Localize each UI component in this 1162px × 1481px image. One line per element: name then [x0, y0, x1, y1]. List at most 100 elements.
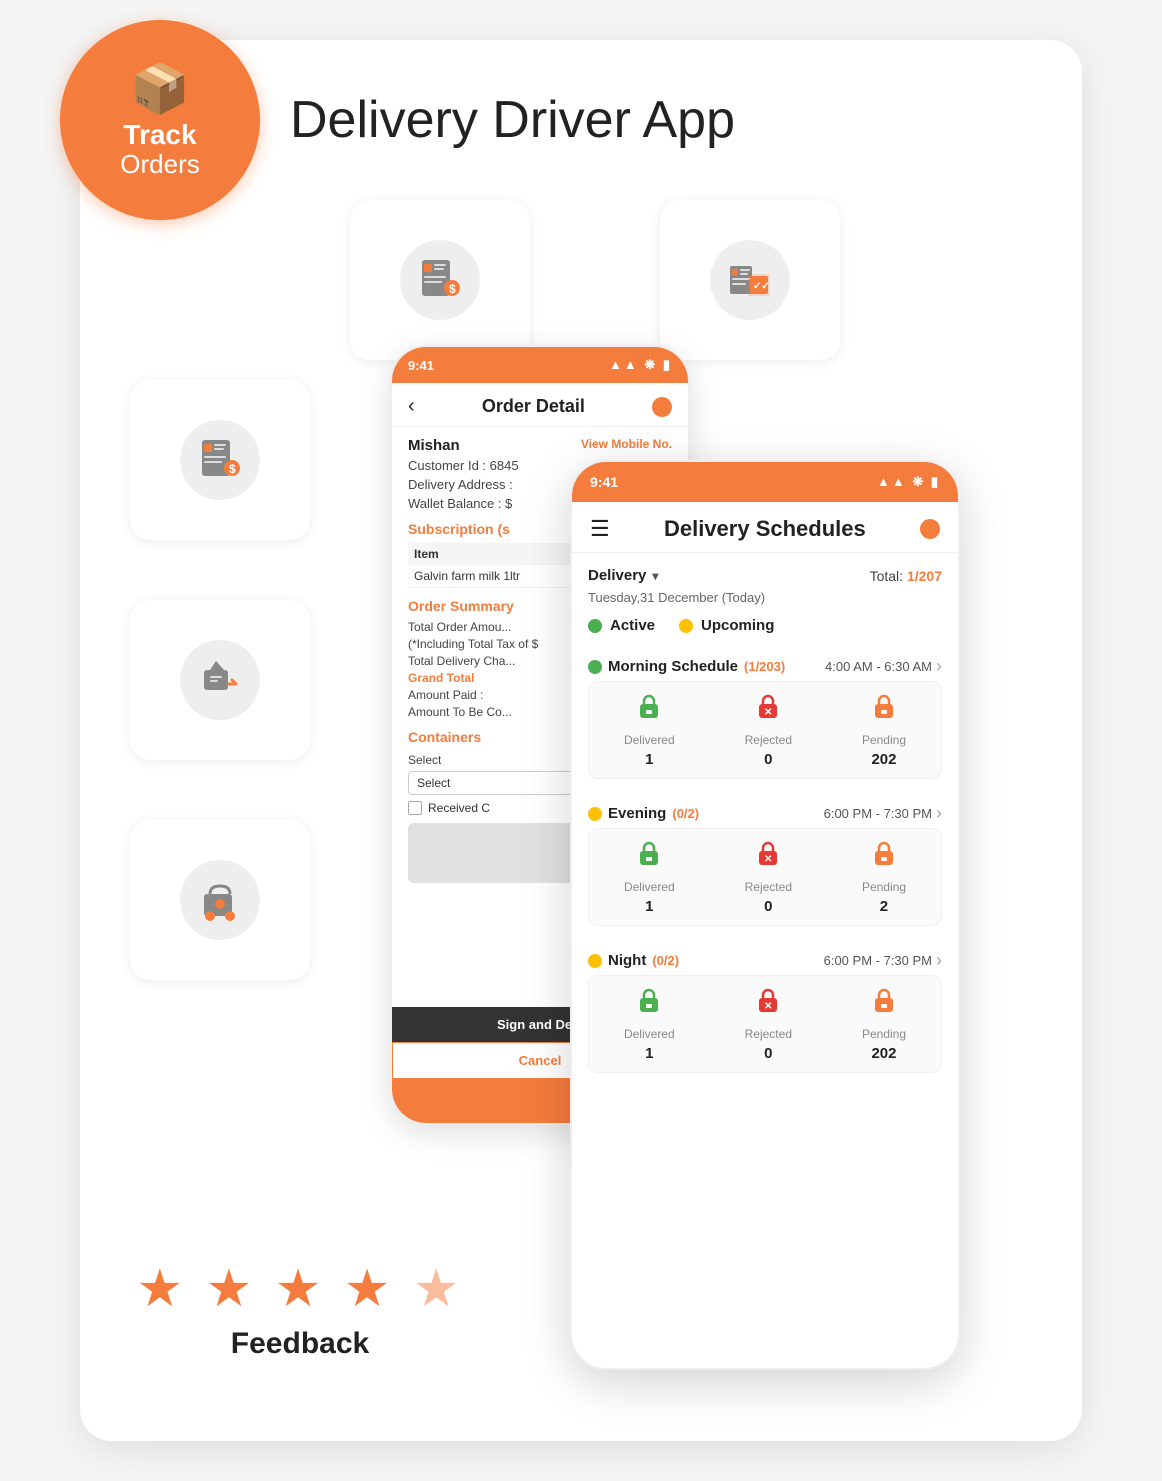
night-time: 6:00 PM - 7:30 PM — [824, 953, 932, 968]
back-arrow[interactable]: ‹ — [408, 395, 415, 418]
app-title: Delivery Driver App — [290, 90, 735, 150]
order-detail-header: ‹ Order Detail — [392, 383, 688, 427]
star-2: ★ — [206, 1260, 257, 1318]
svg-text:✕: ✕ — [764, 1001, 772, 1012]
feature-card-3[interactable]: $ — [130, 380, 310, 540]
night-pending: Pending 202 — [862, 986, 906, 1062]
night-stats: Delivered 1 ✕ Rejected 0 Pending 202 — [588, 975, 942, 1073]
night-schedule: Night (0/2) 6:00 PM - 7:30 PM › Delivere… — [588, 942, 942, 1073]
feature-card-2[interactable]: ✓✓ — [660, 200, 840, 360]
svg-text:✕: ✕ — [764, 707, 772, 718]
night-header: Night (0/2) 6:00 PM - 7:30 PM › — [588, 942, 942, 975]
order-detail-title: Order Detail — [482, 396, 585, 417]
received-checkbox[interactable] — [408, 801, 422, 815]
delivery-schedules-body: Delivery ▾ Total: 1/207 Tuesday,31 Decem… — [572, 553, 958, 1103]
delivered-label-evening: Delivered — [624, 880, 675, 894]
evening-delivered: Delivered 1 — [624, 839, 675, 915]
svg-text:✕: ✕ — [764, 854, 772, 865]
feature-icon-3: $ — [180, 420, 260, 500]
svg-text:$: $ — [229, 462, 236, 476]
delivery-filter[interactable]: Delivery ▾ — [588, 567, 658, 584]
select-value: Select — [417, 776, 450, 790]
hamburger-icon[interactable]: ☰ — [590, 516, 610, 542]
col-item: Item — [408, 543, 564, 565]
morning-header: Morning Schedule (1/203) 4:00 AM - 6:30 … — [588, 648, 942, 681]
status-active: Active — [588, 617, 655, 634]
night-delivered: Delivered 1 — [624, 986, 675, 1062]
night-chevron[interactable]: › — [936, 950, 942, 971]
svg-text:$: $ — [449, 282, 456, 296]
total-text: Total: — [870, 568, 903, 584]
evening-schedule: Evening (0/2) 6:00 PM - 7:30 PM › Delive… — [588, 795, 942, 926]
delivery-charge-label: Total Delivery Cha... — [408, 654, 515, 668]
evening-chevron[interactable]: › — [936, 803, 942, 824]
upcoming-label: Upcoming — [701, 617, 774, 634]
delivered-value-night: 1 — [645, 1045, 653, 1062]
signal-icons-front: ▲▲ ❋ ▮ — [877, 474, 940, 490]
rejected-icon-morning: ✕ — [753, 692, 783, 729]
delivery-schedules-header: ☰ Delivery Schedules — [572, 502, 958, 553]
night-rejected: ✕ Rejected 0 — [745, 986, 792, 1062]
feature-card-4[interactable] — [130, 600, 310, 760]
evening-stats: Delivered 1 ✕ Rejected 0 Pending 2 — [588, 828, 942, 926]
amount-paid-label: Amount Paid : — [408, 688, 483, 702]
total-label: Total: 1/207 — [870, 568, 942, 584]
filter-label: Delivery — [588, 567, 646, 584]
star-1: ★ — [137, 1260, 188, 1318]
morning-stats: Delivered 1 ✕ Rejected 0 Pending 202 — [588, 681, 942, 779]
night-name: Night — [608, 952, 646, 969]
star-half: ★ — [413, 1260, 464, 1318]
pending-icon-night — [869, 986, 899, 1023]
delivered-label-morning: Delivered — [624, 733, 675, 747]
view-mobile-link[interactable]: View Mobile No. — [581, 437, 672, 454]
status-bar-back: 9:41 ▲▲ ❋ ▮ — [392, 347, 688, 383]
delivered-icon-night — [634, 986, 664, 1023]
night-dot — [588, 954, 602, 968]
rejected-value-night: 0 — [764, 1045, 772, 1062]
upcoming-dot — [679, 619, 693, 633]
rejected-icon-evening: ✕ — [753, 839, 783, 876]
feedback-label: Feedback — [130, 1327, 470, 1361]
rejected-value-morning: 0 — [764, 751, 772, 768]
morning-time: 4:00 AM - 6:30 AM — [825, 659, 932, 674]
rejected-label-night: Rejected — [745, 1027, 792, 1041]
morning-dot — [588, 660, 602, 674]
status-upcoming: Upcoming — [679, 617, 774, 634]
evening-rejected: ✕ Rejected 0 — [745, 839, 792, 915]
pending-value-night: 202 — [871, 1045, 896, 1062]
night-count: (0/2) — [652, 953, 679, 968]
date-label: Tuesday,31 December (Today) — [588, 590, 942, 605]
pending-value-morning: 202 — [871, 751, 896, 768]
morning-name: Morning Schedule — [608, 658, 738, 675]
pending-label-morning: Pending — [862, 733, 906, 747]
feature-icon-2: ✓✓ — [710, 240, 790, 320]
rejected-icon-night: ✕ — [753, 986, 783, 1023]
orange-dot-back — [652, 397, 672, 417]
filter-row: Delivery ▾ Total: 1/207 — [588, 567, 942, 584]
pending-icon-evening — [869, 839, 899, 876]
order-amount-label: Total Order Amou... — [408, 620, 511, 634]
svg-text:✓✓: ✓✓ — [753, 281, 770, 292]
active-label: Active — [610, 617, 655, 634]
customer-name-row: Mishan View Mobile No. — [408, 437, 672, 454]
morning-count: (1/203) — [744, 659, 785, 674]
delivered-label-night: Delivered — [624, 1027, 675, 1041]
morning-chevron[interactable]: › — [936, 656, 942, 677]
status-time-front: 9:41 — [590, 474, 618, 490]
total-value: 1/207 — [907, 568, 942, 584]
feature-card-5[interactable] — [130, 820, 310, 980]
status-bar-front: 9:41 ▲▲ ❋ ▮ — [572, 462, 958, 502]
morning-schedule: Morning Schedule (1/203) 4:00 AM - 6:30 … — [588, 648, 942, 779]
badge-title: Track — [123, 121, 196, 149]
evening-count: (0/2) — [672, 806, 699, 821]
phone-delivery-schedules: 9:41 ▲▲ ❋ ▮ ☰ Delivery Schedules Deliver… — [570, 460, 960, 1370]
pending-label-evening: Pending — [862, 880, 906, 894]
delivery-schedules-title: Delivery Schedules — [664, 516, 866, 542]
evening-header: Evening (0/2) 6:00 PM - 7:30 PM › — [588, 795, 942, 828]
pending-icon-morning — [869, 692, 899, 729]
rejected-value-evening: 0 — [764, 898, 772, 915]
rejected-label-evening: Rejected — [745, 880, 792, 894]
morning-pending: Pending 202 — [862, 692, 906, 768]
box-icon: 📦 — [130, 60, 190, 117]
feature-card-1[interactable]: $ — [350, 200, 530, 360]
